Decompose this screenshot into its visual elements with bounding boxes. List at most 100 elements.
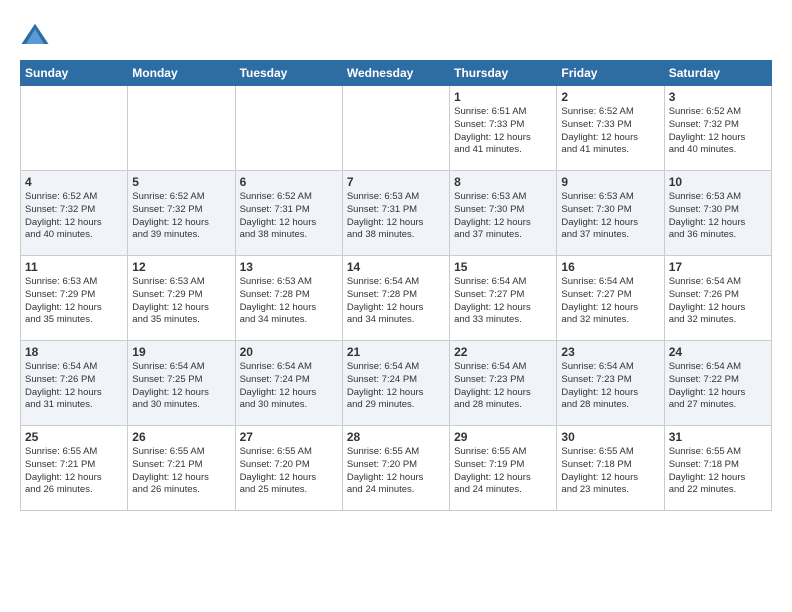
day-number: 13 xyxy=(240,260,338,274)
page-header xyxy=(20,20,772,50)
day-detail: Sunrise: 6:54 AM Sunset: 7:24 PM Dayligh… xyxy=(347,361,445,412)
calendar-cell: 21 Sunrise: 6:54 AM Sunset: 7:24 PM Dayli… xyxy=(342,341,449,426)
calendar-cell: 30 Sunrise: 6:55 AM Sunset: 7:18 PM Dayli… xyxy=(557,426,664,511)
day-number: 28 xyxy=(347,430,445,444)
day-detail: Sunrise: 6:53 AM Sunset: 7:30 PM Dayligh… xyxy=(454,191,552,242)
day-number: 9 xyxy=(561,175,659,189)
day-number: 17 xyxy=(669,260,767,274)
day-detail: Sunrise: 6:54 AM Sunset: 7:22 PM Dayligh… xyxy=(669,361,767,412)
day-detail: Sunrise: 6:53 AM Sunset: 7:31 PM Dayligh… xyxy=(347,191,445,242)
calendar-cell: 6Sunrise: 6:52 AM Sunset: 7:31 PM Daylig… xyxy=(235,171,342,256)
day-number: 14 xyxy=(347,260,445,274)
day-number: 31 xyxy=(669,430,767,444)
day-number: 25 xyxy=(25,430,123,444)
calendar-cell: 28 Sunrise: 6:55 AM Sunset: 7:20 PM Dayli… xyxy=(342,426,449,511)
day-detail: Sunrise: 6:54 AM Sunset: 7:28 PM Dayligh… xyxy=(347,276,445,327)
day-detail: Sunrise: 6:52 AM Sunset: 7:32 PM Dayligh… xyxy=(669,106,767,157)
day-detail: Sunrise: 6:55 AM Sunset: 7:18 PM Dayligh… xyxy=(669,446,767,497)
week-row-5: 25 Sunrise: 6:55 AM Sunset: 7:21 PM Dayli… xyxy=(21,426,772,511)
day-number: 18 xyxy=(25,345,123,359)
calendar-table: SundayMondayTuesdayWednesdayThursdayFrid… xyxy=(20,60,772,511)
day-detail: Sunrise: 6:52 AM Sunset: 7:32 PM Dayligh… xyxy=(132,191,230,242)
calendar-cell xyxy=(342,86,449,171)
calendar-cell: 4 Sunrise: 6:52 AM Sunset: 7:32 PM Daylig… xyxy=(21,171,128,256)
day-detail: Sunrise: 6:54 AM Sunset: 7:25 PM Dayligh… xyxy=(132,361,230,412)
calendar-cell: 9Sunrise: 6:53 AM Sunset: 7:30 PM Daylig… xyxy=(557,171,664,256)
calendar-cell: 27Sunrise: 6:55 AM Sunset: 7:20 PM Dayli… xyxy=(235,426,342,511)
header-row: SundayMondayTuesdayWednesdayThursdayFrid… xyxy=(21,61,772,86)
calendar-cell: 10 Sunrise: 6:53 AM Sunset: 7:30 PM Dayli… xyxy=(664,171,771,256)
day-detail: Sunrise: 6:54 AM Sunset: 7:26 PM Dayligh… xyxy=(669,276,767,327)
calendar-cell: 17 Sunrise: 6:54 AM Sunset: 7:26 PM Dayli… xyxy=(664,256,771,341)
calendar-cell xyxy=(21,86,128,171)
day-detail: Sunrise: 6:54 AM Sunset: 7:27 PM Dayligh… xyxy=(454,276,552,327)
day-number: 7 xyxy=(347,175,445,189)
calendar-cell: 2 Sunrise: 6:52 AM Sunset: 7:33 PM Daylig… xyxy=(557,86,664,171)
day-number: 19 xyxy=(132,345,230,359)
day-number: 20 xyxy=(240,345,338,359)
day-detail: Sunrise: 6:54 AM Sunset: 7:23 PM Dayligh… xyxy=(561,361,659,412)
day-number: 24 xyxy=(669,345,767,359)
calendar-cell: 7 Sunrise: 6:53 AM Sunset: 7:31 PM Daylig… xyxy=(342,171,449,256)
day-detail: Sunrise: 6:51 AM Sunset: 7:33 PM Dayligh… xyxy=(454,106,552,157)
day-number: 22 xyxy=(454,345,552,359)
day-detail: Sunrise: 6:55 AM Sunset: 7:19 PM Dayligh… xyxy=(454,446,552,497)
calendar-cell: 31 Sunrise: 6:55 AM Sunset: 7:18 PM Dayli… xyxy=(664,426,771,511)
calendar-cell: 29Sunrise: 6:55 AM Sunset: 7:19 PM Dayli… xyxy=(450,426,557,511)
day-number: 3 xyxy=(669,90,767,104)
col-header-wednesday: Wednesday xyxy=(342,61,449,86)
day-number: 1 xyxy=(454,90,552,104)
day-detail: Sunrise: 6:53 AM Sunset: 7:30 PM Dayligh… xyxy=(669,191,767,242)
day-number: 11 xyxy=(25,260,123,274)
day-detail: Sunrise: 6:52 AM Sunset: 7:33 PM Dayligh… xyxy=(561,106,659,157)
calendar-cell: 18 Sunrise: 6:54 AM Sunset: 7:26 PM Dayli… xyxy=(21,341,128,426)
day-detail: Sunrise: 6:52 AM Sunset: 7:32 PM Dayligh… xyxy=(25,191,123,242)
calendar-cell: 13 Sunrise: 6:53 AM Sunset: 7:28 PM Dayli… xyxy=(235,256,342,341)
day-number: 10 xyxy=(669,175,767,189)
col-header-thursday: Thursday xyxy=(450,61,557,86)
day-detail: Sunrise: 6:54 AM Sunset: 7:24 PM Dayligh… xyxy=(240,361,338,412)
calendar-cell: 23Sunrise: 6:54 AM Sunset: 7:23 PM Dayli… xyxy=(557,341,664,426)
col-header-monday: Monday xyxy=(128,61,235,86)
day-detail: Sunrise: 6:53 AM Sunset: 7:28 PM Dayligh… xyxy=(240,276,338,327)
day-number: 30 xyxy=(561,430,659,444)
day-number: 6 xyxy=(240,175,338,189)
week-row-1: 1 Sunrise: 6:51 AM Sunset: 7:33 PM Daylig… xyxy=(21,86,772,171)
week-row-3: 11 Sunrise: 6:53 AM Sunset: 7:29 PM Dayli… xyxy=(21,256,772,341)
calendar-cell: 22 Sunrise: 6:54 AM Sunset: 7:23 PM Dayli… xyxy=(450,341,557,426)
calendar-cell: 3 Sunrise: 6:52 AM Sunset: 7:32 PM Daylig… xyxy=(664,86,771,171)
calendar-cell: 19 Sunrise: 6:54 AM Sunset: 7:25 PM Dayli… xyxy=(128,341,235,426)
day-detail: Sunrise: 6:55 AM Sunset: 7:21 PM Dayligh… xyxy=(25,446,123,497)
day-detail: Sunrise: 6:55 AM Sunset: 7:21 PM Dayligh… xyxy=(132,446,230,497)
calendar-cell xyxy=(128,86,235,171)
day-detail: Sunrise: 6:54 AM Sunset: 7:23 PM Dayligh… xyxy=(454,361,552,412)
day-number: 26 xyxy=(132,430,230,444)
week-row-4: 18 Sunrise: 6:54 AM Sunset: 7:26 PM Dayli… xyxy=(21,341,772,426)
day-number: 15 xyxy=(454,260,552,274)
day-detail: Sunrise: 6:55 AM Sunset: 7:18 PM Dayligh… xyxy=(561,446,659,497)
day-number: 2 xyxy=(561,90,659,104)
day-number: 12 xyxy=(132,260,230,274)
col-header-friday: Friday xyxy=(557,61,664,86)
day-number: 5 xyxy=(132,175,230,189)
day-number: 16 xyxy=(561,260,659,274)
calendar-cell: 20 Sunrise: 6:54 AM Sunset: 7:24 PM Dayli… xyxy=(235,341,342,426)
calendar-cell: 1 Sunrise: 6:51 AM Sunset: 7:33 PM Daylig… xyxy=(450,86,557,171)
day-detail: Sunrise: 6:55 AM Sunset: 7:20 PM Dayligh… xyxy=(347,446,445,497)
col-header-tuesday: Tuesday xyxy=(235,61,342,86)
calendar-cell: 16Sunrise: 6:54 AM Sunset: 7:27 PM Dayli… xyxy=(557,256,664,341)
day-number: 21 xyxy=(347,345,445,359)
col-header-saturday: Saturday xyxy=(664,61,771,86)
day-detail: Sunrise: 6:53 AM Sunset: 7:29 PM Dayligh… xyxy=(25,276,123,327)
day-detail: Sunrise: 6:55 AM Sunset: 7:20 PM Dayligh… xyxy=(240,446,338,497)
calendar-cell: 12Sunrise: 6:53 AM Sunset: 7:29 PM Dayli… xyxy=(128,256,235,341)
calendar-cell: 5 Sunrise: 6:52 AM Sunset: 7:32 PM Daylig… xyxy=(128,171,235,256)
calendar-cell: 11 Sunrise: 6:53 AM Sunset: 7:29 PM Dayli… xyxy=(21,256,128,341)
day-number: 8 xyxy=(454,175,552,189)
calendar-cell: 24 Sunrise: 6:54 AM Sunset: 7:22 PM Dayli… xyxy=(664,341,771,426)
calendar-cell: 15 Sunrise: 6:54 AM Sunset: 7:27 PM Dayli… xyxy=(450,256,557,341)
day-detail: Sunrise: 6:54 AM Sunset: 7:26 PM Dayligh… xyxy=(25,361,123,412)
calendar-cell xyxy=(235,86,342,171)
col-header-sunday: Sunday xyxy=(21,61,128,86)
day-number: 4 xyxy=(25,175,123,189)
